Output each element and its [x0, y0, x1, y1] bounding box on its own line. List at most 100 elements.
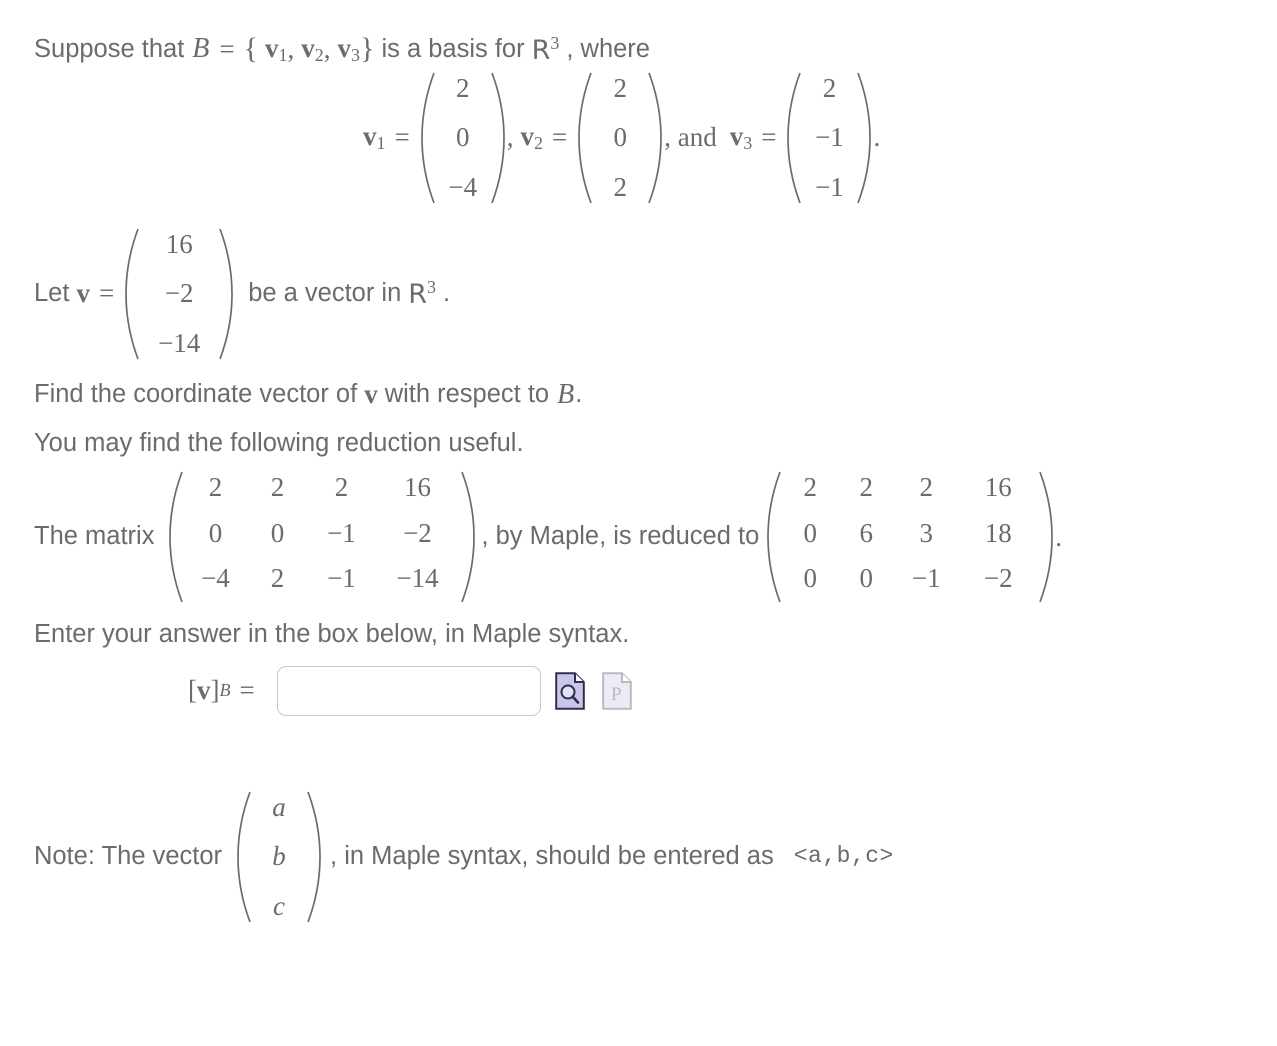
document-magnifier-icon[interactable] — [554, 671, 585, 710]
find-basis: B — [557, 378, 575, 410]
matrix-middle: , by Maple, is reduced to — [481, 522, 760, 551]
v3-period: . — [873, 122, 881, 152]
intro-suffix: , where — [566, 34, 650, 63]
original-matrix-grid: 2 2 2 16 0 0 −1 −2 −4 2 −1 −14 — [184, 470, 460, 596]
matrix-cell: 2 — [334, 472, 349, 502]
find-period: . — [575, 379, 583, 408]
paren-right — [306, 790, 323, 924]
matrix-cell: −14 — [396, 563, 439, 593]
matrix-cell: 0 — [455, 122, 470, 152]
bracket-open: [ — [188, 675, 197, 705]
matrix-prefix: The matrix — [34, 522, 155, 551]
note-middle: , in Maple syntax, should be entered as — [330, 841, 774, 870]
paren-right — [1038, 470, 1055, 604]
basis-vector-1: v1 — [265, 32, 288, 65]
original-matrix: 2 2 2 16 0 0 −1 −2 −4 2 −1 −14 — [167, 470, 477, 604]
matrix-cell: a — [272, 791, 286, 822]
document-p-icon: P — [601, 671, 632, 710]
maple-syntax-example: <a,b,c> — [793, 843, 894, 869]
answer-label: [ v ] B = — [188, 675, 264, 706]
v1-name: v1 — [363, 121, 386, 153]
basis-symbol: B — [192, 33, 210, 65]
note-prefix: Note: The vector — [34, 841, 223, 870]
matrix-cell: 16 — [984, 472, 1012, 502]
matrix-cell: 2 — [270, 472, 285, 502]
useful-line: You may find the following reduction use… — [34, 428, 1245, 457]
v2-vector: 2 0 2 — [576, 71, 664, 205]
matrix-cell: −4 — [448, 171, 478, 202]
v2-entries: 2 0 2 — [593, 71, 647, 205]
matrix-row: −4 2 −1 −14 — [184, 565, 460, 592]
matrix-cell: 2 — [208, 472, 223, 502]
matrix-cell: 2 — [613, 72, 627, 103]
intro-middle: is a basis for — [381, 34, 525, 63]
paren-right — [490, 71, 507, 205]
answer-row: [ v ] B = P — [188, 665, 1245, 716]
matrix-cell: 0 — [803, 517, 818, 548]
v3-equals: = — [761, 122, 777, 152]
matrix-row: 0 0 −1 −2 — [184, 517, 460, 548]
intro-line: Suppose that B = { v1 , v2 , v3 } is a b… — [34, 34, 1245, 65]
matrix-cell: 0 — [803, 563, 818, 593]
v2-trailing: , and — [664, 122, 717, 152]
real-space-symbol: R3 — [408, 277, 437, 311]
matrix-cell: −2 — [403, 517, 432, 548]
paren-left — [765, 470, 782, 604]
v1-entries: 2 0 −4 — [436, 71, 490, 205]
paren-right — [856, 71, 873, 205]
answer-equals: = — [239, 675, 255, 705]
matrix-cell: 6 — [859, 517, 874, 548]
matrix-cell: 18 — [984, 517, 1012, 548]
matrix-cell: 2 — [919, 472, 934, 502]
answer-input[interactable] — [276, 665, 541, 716]
matrix-row: 2 2 2 16 — [782, 474, 1038, 501]
find-part2: with respect to — [384, 379, 550, 408]
matrix-cell: b — [272, 841, 286, 871]
matrix-cell: −14 — [158, 327, 201, 358]
paren-left — [123, 227, 140, 361]
paren-right — [218, 227, 235, 361]
v2-name: v2 — [520, 121, 543, 153]
enter-answer-text: Enter your answer in the box below, in M… — [34, 620, 630, 648]
matrix-cell: 2 — [859, 472, 874, 502]
paren-left — [576, 71, 593, 205]
note-line: Note: The vector a b c , in Maple syntax… — [34, 790, 1245, 924]
matrix-row: 0 6 3 18 — [782, 517, 1038, 548]
paren-left — [235, 790, 252, 924]
paren-right — [647, 71, 664, 205]
paren-right — [460, 470, 477, 604]
basis-vector-2: v2 — [301, 32, 324, 65]
reduced-matrix: 2 2 2 16 0 6 3 18 0 0 −1 −2 — [765, 470, 1055, 604]
v3-name: v3 — [729, 121, 753, 153]
real-space-symbol: R3 — [531, 33, 560, 66]
matrix-cell: −1 — [815, 171, 844, 202]
set-open-brace: { — [243, 32, 259, 66]
intro-equals: = — [219, 33, 235, 64]
intro-prefix: Suppose that — [34, 34, 185, 63]
bracket-close: ] — [210, 675, 220, 705]
intro-comma-1: , — [287, 33, 295, 64]
v-vector: 16 −2 −14 — [123, 227, 235, 361]
matrix-row: 2 2 2 16 — [184, 474, 460, 501]
paren-left — [419, 71, 436, 205]
basis-vector-3: v3 — [337, 32, 361, 65]
let-equals: = — [98, 278, 115, 308]
paren-left — [785, 71, 802, 205]
matrix-cell: 0 — [270, 517, 285, 548]
matrix-cell: 0 — [859, 563, 874, 593]
v-entries: 16 −2 −14 — [140, 227, 218, 361]
matrix-cell: 2 — [613, 171, 627, 202]
find-line: Find the coordinate vector of v with res… — [34, 378, 1245, 410]
matrix-cell: −1 — [815, 122, 844, 152]
useful-text: You may find the following reduction use… — [34, 428, 524, 457]
v1-trailing: , — [506, 122, 514, 152]
basis-definitions-row: v1 = 2 0 −4 , v2 = 2 0 2 , and v3 = 2 −1… — [363, 71, 1245, 205]
v3-entries: 2 −1 −1 — [802, 71, 856, 205]
matrix-cell: 2 — [822, 72, 837, 103]
matrix-cell: −1 — [327, 563, 356, 593]
intro-comma-2: , — [323, 33, 331, 64]
math-problem-page: Suppose that B = { v1 , v2 , v3 } is a b… — [0, 0, 1277, 924]
matrix-cell: −1 — [911, 563, 941, 593]
matrix-cell: 2 — [270, 563, 285, 593]
find-part1: Find the coordinate vector of — [34, 379, 358, 408]
